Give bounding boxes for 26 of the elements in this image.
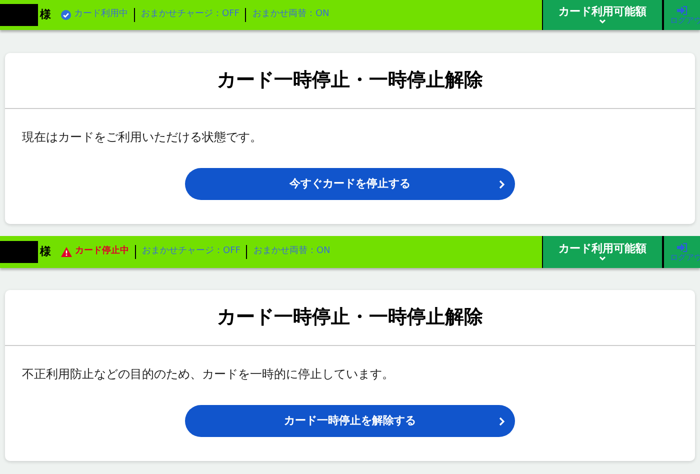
logout-icon — [677, 6, 687, 14]
action-button[interactable]: カード一時停止を解除する — [185, 405, 515, 437]
status-label: カード利用中 — [74, 8, 128, 22]
card-balance-menu[interactable]: カード利用可能額 — [542, 0, 662, 30]
auto-exchange-status[interactable]: おまかせ両替：ON — [246, 8, 336, 22]
card-title: カード一時停止・一時停止解除 — [5, 53, 695, 109]
status-label: カード停止中 — [75, 245, 129, 258]
chevron-down-icon — [599, 256, 606, 261]
chevron-down-icon — [599, 19, 606, 24]
redacted-name — [0, 4, 38, 26]
auto-charge-status[interactable]: おまかせチャージ：OFF — [136, 245, 248, 259]
honorific: 様 — [40, 6, 51, 23]
action-button[interactable]: 今すぐカードを停止する — [185, 168, 515, 200]
chevron-right-icon — [499, 180, 505, 188]
status-message: 不正利用防止などの目的のため、カードを一時的に停止しています。 — [21, 366, 395, 383]
honorific: 様 — [40, 244, 51, 260]
card-title: カード一時停止・一時停止解除 — [5, 290, 695, 346]
status-message: 現在はカードをご利用いただける状態です。 — [21, 129, 263, 146]
check-circle-icon — [61, 10, 71, 20]
auto-exchange-status[interactable]: おまかせ両替：ON — [247, 245, 336, 259]
auto-charge-status[interactable]: おまかせチャージ：OFF — [135, 8, 246, 22]
chevron-right-icon — [499, 416, 505, 426]
card-balance-menu[interactable]: カード利用可能額 — [542, 236, 662, 268]
logout-icon — [677, 242, 687, 252]
redacted-name — [0, 241, 38, 263]
warning-icon — [61, 247, 72, 257]
